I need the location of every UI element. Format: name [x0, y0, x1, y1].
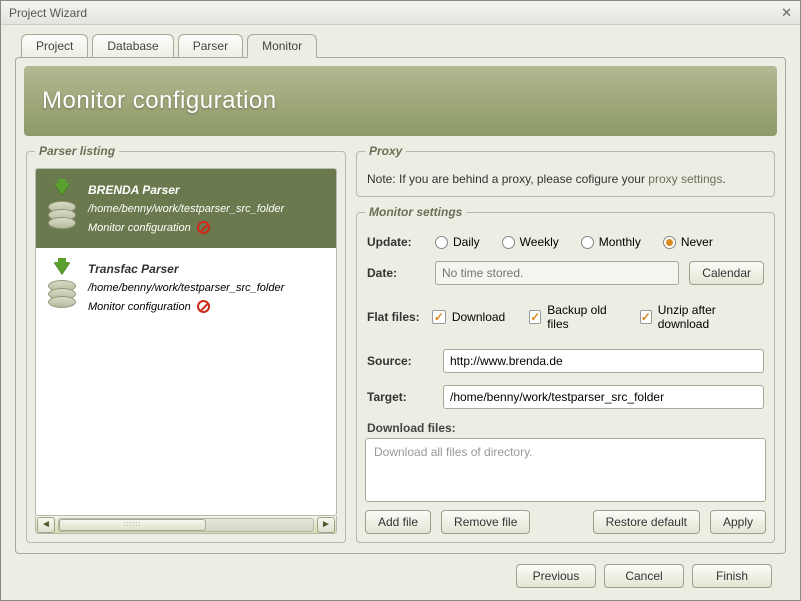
- parser-item-brenda[interactable]: BRENDA Parser /home/benny/work/testparse…: [36, 169, 336, 248]
- proxy-legend: Proxy: [365, 144, 406, 158]
- tab-database[interactable]: Database: [92, 34, 173, 58]
- download-files-label: Download files:: [367, 421, 764, 435]
- parser-monitor-config: Monitor configuration: [88, 221, 284, 234]
- forbidden-icon: [197, 300, 210, 313]
- monitor-buttons: Add file Remove file Restore default App…: [365, 510, 766, 534]
- previous-button[interactable]: Previous: [516, 564, 596, 588]
- download-files-box[interactable]: Download all files of directory.: [365, 438, 766, 502]
- parser-path: /home/benny/work/testparser_src_folder: [88, 282, 284, 294]
- parser-path: /home/benny/work/testparser_src_folder: [88, 203, 284, 215]
- download-db-icon: [46, 262, 78, 304]
- proxy-settings-link[interactable]: proxy settings: [648, 172, 722, 186]
- parser-name: BRENDA Parser: [88, 183, 284, 197]
- titlebar: Project Wizard ✕: [1, 1, 800, 25]
- monitor-settings-group: Monitor settings Update: Daily Weekly Mo…: [356, 205, 775, 543]
- date-input[interactable]: [435, 261, 679, 285]
- parser-name: Transfac Parser: [88, 262, 284, 276]
- parser-item-transfac[interactable]: Transfac Parser /home/benny/work/testpar…: [36, 248, 336, 327]
- check-download[interactable]: ✓Download: [432, 310, 505, 324]
- target-input[interactable]: [443, 385, 764, 409]
- tab-parser[interactable]: Parser: [178, 34, 243, 58]
- update-label: Update:: [367, 235, 425, 249]
- forbidden-icon: [197, 221, 210, 234]
- tab-project[interactable]: Project: [21, 34, 88, 58]
- scroll-right-icon[interactable]: ►: [317, 517, 335, 533]
- check-backup[interactable]: ✓Backup old files: [529, 303, 615, 331]
- window-title: Project Wizard: [9, 6, 87, 20]
- download-db-icon: [46, 183, 78, 225]
- monitor-settings-legend: Monitor settings: [365, 205, 466, 219]
- date-row: Date: Calendar: [367, 261, 764, 285]
- parser-listing-group: Parser listing BRENDA Parser /home/benny…: [26, 144, 346, 543]
- scroll-thumb[interactable]: ::::::: [59, 519, 206, 531]
- calendar-button[interactable]: Calendar: [689, 261, 764, 285]
- finish-button[interactable]: Finish: [692, 564, 772, 588]
- radio-daily[interactable]: Daily: [435, 235, 480, 249]
- apply-button[interactable]: Apply: [710, 510, 766, 534]
- radio-monthly[interactable]: Monthly: [581, 235, 641, 249]
- restore-default-button[interactable]: Restore default: [593, 510, 700, 534]
- flat-files-label: Flat files:: [367, 310, 422, 324]
- parser-monitor-config: Monitor configuration: [88, 300, 284, 313]
- radio-weekly[interactable]: Weekly: [502, 235, 559, 249]
- page-title: Monitor configuration: [24, 66, 777, 136]
- source-input[interactable]: [443, 349, 764, 373]
- cancel-button[interactable]: Cancel: [604, 564, 684, 588]
- proxy-note: Note: If you are behind a proxy, please …: [365, 168, 766, 188]
- parser-list: BRENDA Parser /home/benny/work/testparse…: [35, 168, 337, 516]
- project-wizard-window: Project Wizard ✕ Project Database Parser…: [0, 0, 801, 601]
- source-label: Source:: [367, 354, 433, 368]
- update-row: Update: Daily Weekly Monthly Never: [367, 235, 764, 249]
- tab-bar: Project Database Parser Monitor: [21, 33, 786, 57]
- add-file-button[interactable]: Add file: [365, 510, 431, 534]
- flat-files-row: Flat files: ✓Download ✓Backup old files …: [367, 303, 764, 331]
- tab-monitor[interactable]: Monitor: [247, 34, 317, 58]
- source-row: Source:: [367, 349, 764, 373]
- wizard-footer: Previous Cancel Finish: [15, 554, 786, 590]
- check-unzip[interactable]: ✓Unzip after download: [640, 303, 750, 331]
- radio-never[interactable]: Never: [663, 235, 713, 249]
- proxy-group: Proxy Note: If you are behind a proxy, p…: [356, 144, 775, 197]
- remove-file-button[interactable]: Remove file: [441, 510, 530, 534]
- date-label: Date:: [367, 266, 425, 280]
- parser-listing-legend: Parser listing: [35, 144, 119, 158]
- main-panel: Monitor configuration Parser listing: [15, 57, 786, 554]
- target-label: Target:: [367, 390, 433, 404]
- target-row: Target:: [367, 385, 764, 409]
- horizontal-scrollbar[interactable]: ◄ :::::: ►: [35, 516, 337, 534]
- scroll-track[interactable]: ::::::: [58, 518, 314, 532]
- scroll-left-icon[interactable]: ◄: [37, 517, 55, 533]
- close-icon[interactable]: ✕: [781, 5, 792, 21]
